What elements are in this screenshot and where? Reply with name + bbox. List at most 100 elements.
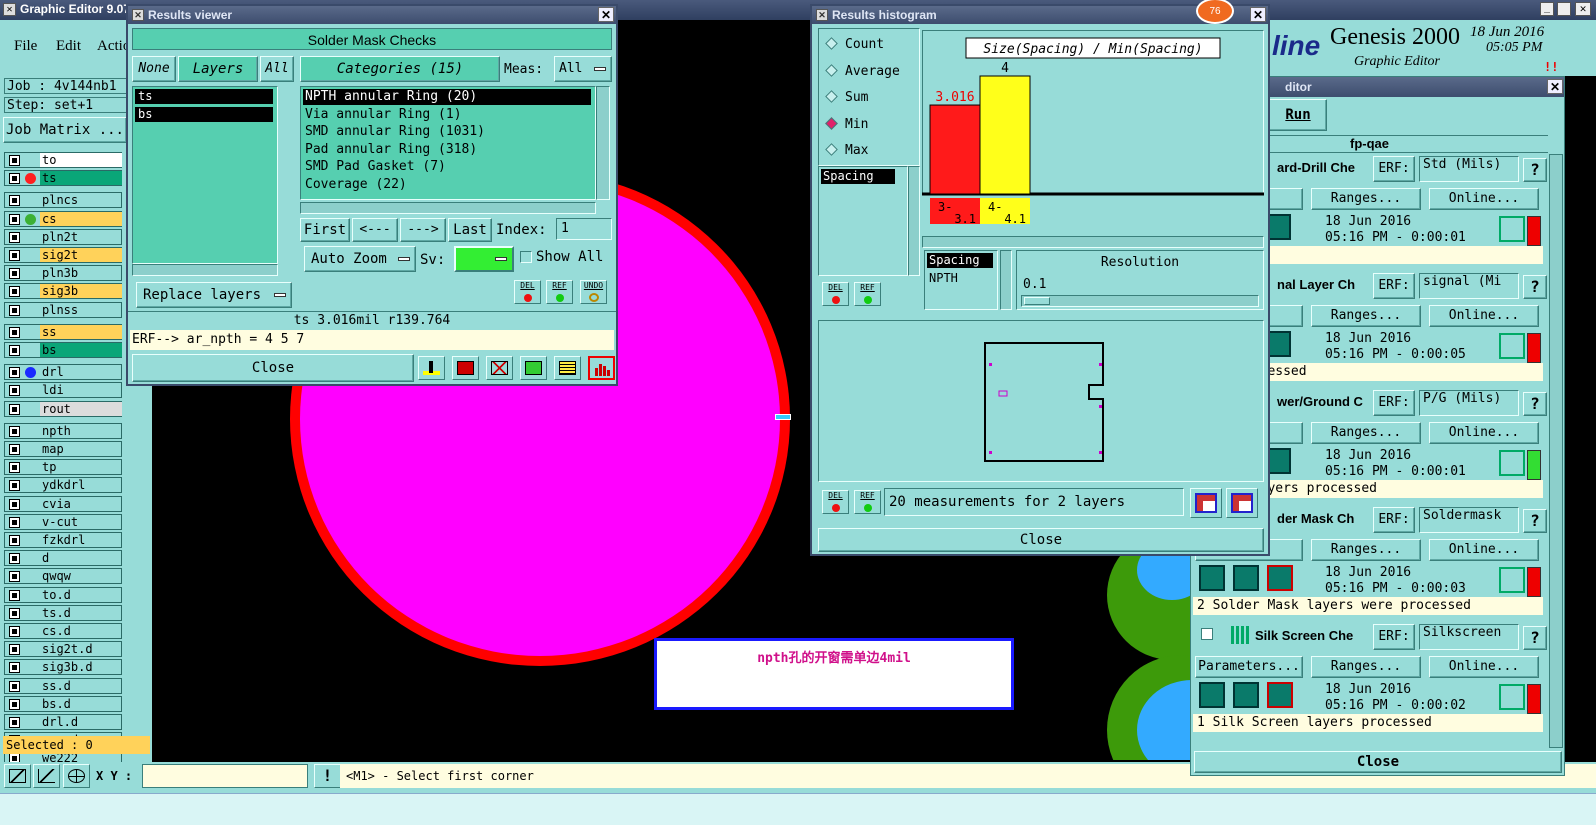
undo-button[interactable]: UNDO	[580, 280, 607, 304]
option-min[interactable]: Min	[823, 115, 917, 135]
check-enable-checkbox[interactable]	[1201, 628, 1213, 640]
category-item[interactable]: Coverage (22)	[303, 177, 591, 193]
zoom-area-icon[interactable]	[4, 764, 31, 788]
close-window-button[interactable]: ✕	[1575, 2, 1591, 16]
xy-input[interactable]	[142, 764, 308, 788]
erf-value[interactable]: Std (Mils)	[1419, 156, 1519, 182]
layer-item-ss-d[interactable]: ss.d	[4, 677, 122, 694]
erf-value[interactable]: Silkscreen	[1419, 624, 1519, 650]
layer-checkbox[interactable]	[9, 155, 20, 166]
meas-type-listbox[interactable]: Spacing NPTH	[924, 250, 998, 310]
layer-checkbox[interactable]	[9, 195, 20, 207]
export-icon-1[interactable]	[1190, 488, 1222, 518]
auto-zoom-select[interactable]: Auto Zoom	[304, 246, 416, 272]
layer-checkbox[interactable]	[9, 444, 20, 455]
del-button[interactable]: DEL	[514, 280, 541, 304]
layer-item-map[interactable]: map	[4, 441, 122, 457]
layer-checkbox[interactable]	[9, 516, 20, 528]
layer-item-drl[interactable]: drl	[4, 364, 122, 381]
layer-item-sig3b-d[interactable]: sig3b.d	[4, 659, 122, 676]
layer-list[interactable]: to ts plncs cs pln2t sig2t pln3b sig3b plnss ss bs…	[0, 148, 128, 767]
zoom-icon[interactable]	[1499, 684, 1525, 710]
layer-checkbox[interactable]	[9, 231, 20, 243]
parameters-button[interactable]: Parameters...	[1195, 656, 1303, 678]
online-button[interactable]: Online...	[1429, 422, 1539, 444]
layer-checkbox[interactable]	[9, 717, 20, 728]
layer-listbox[interactable]: ts bs	[132, 86, 278, 264]
run-icon[interactable]	[1267, 214, 1291, 240]
help-button[interactable]: ?	[1523, 158, 1547, 182]
help-button[interactable]: ?	[1523, 392, 1547, 416]
help-button[interactable]: ?	[1523, 275, 1547, 299]
option-sum[interactable]: Sum	[823, 88, 917, 108]
layer-checkbox[interactable]	[9, 326, 20, 338]
run-icon-1[interactable]	[1199, 682, 1225, 708]
histogram-close-icon[interactable]: ✕	[1250, 7, 1266, 22]
sv-color-select[interactable]	[454, 246, 514, 272]
export-icon-2[interactable]	[1226, 488, 1258, 518]
meas-select[interactable]: All	[554, 56, 612, 82]
layer-checkbox[interactable]	[9, 367, 20, 379]
layer-checkbox[interactable]	[9, 173, 20, 185]
layer-checkbox[interactable]	[9, 250, 20, 261]
index-input[interactable]: 1	[556, 218, 612, 240]
layer-item-cvia[interactable]: cvia	[4, 495, 122, 512]
run-icon-2[interactable]	[1233, 565, 1259, 591]
ranges-button[interactable]: Ranges...	[1311, 188, 1421, 210]
layer-checkbox[interactable]	[9, 268, 20, 280]
ref-button[interactable]: REF	[546, 280, 573, 304]
categories-header[interactable]: Categories (15)	[300, 56, 500, 82]
layer-checkbox[interactable]	[9, 345, 20, 356]
layer-icon-1[interactable]	[418, 356, 445, 380]
erf-value[interactable]: Soldermask	[1419, 507, 1519, 533]
erf-label[interactable]: ERF:	[1373, 273, 1415, 299]
option-max[interactable]: Max	[823, 141, 917, 161]
run-icon-3[interactable]	[1267, 682, 1293, 708]
histogram-icon[interactable]	[588, 356, 615, 380]
help-button[interactable]: ?	[1523, 626, 1547, 650]
layer-item-sig2t[interactable]: sig2t	[4, 247, 122, 263]
ranges-button[interactable]: Ranges...	[1311, 422, 1421, 444]
ranges-button[interactable]: Ranges...	[1311, 539, 1421, 561]
warning-icon[interactable]: !	[314, 764, 341, 788]
meas-type-vscroll[interactable]	[1000, 250, 1012, 310]
category-listbox[interactable]: NPTH annular Ring (20) Via annular Ring (…	[300, 86, 596, 200]
layer-item-sig2t-d[interactable]: sig2t.d	[4, 641, 122, 658]
online-button[interactable]: Online...	[1429, 188, 1539, 210]
erf-label[interactable]: ERF:	[1373, 390, 1415, 416]
annotation-note[interactable]: npth孔的开窗需单边4mil	[654, 638, 1014, 710]
histogram-chart[interactable]: Size(Spacing) / Min(Spacing) 3.016 3-3.1 4…	[922, 30, 1264, 224]
run-icon[interactable]	[1267, 448, 1291, 474]
layer-item-cs[interactable]: cs	[4, 210, 122, 227]
hist-del-button[interactable]: DEL	[822, 282, 849, 306]
layer-checkbox[interactable]	[9, 535, 20, 546]
run-icon-3[interactable]	[1267, 565, 1293, 591]
layer-checkbox[interactable]	[9, 498, 20, 510]
category-item[interactable]: Via annular Ring (1)	[303, 107, 591, 123]
run-icon-1[interactable]	[1199, 565, 1225, 591]
histogram-close-button[interactable]: Close	[818, 528, 1264, 552]
layer-item-ldi[interactable]: ldi	[4, 382, 122, 399]
layer-item-to-d[interactable]: to.d	[4, 586, 122, 603]
layer-item-drl-d[interactable]: drl.d	[4, 714, 122, 730]
minimize-button[interactable]: _	[1540, 2, 1554, 16]
preview-ref-button[interactable]: REF	[854, 490, 881, 514]
category-hscroll[interactable]	[300, 202, 596, 214]
zoom-icon[interactable]	[1499, 450, 1525, 476]
ranges-button[interactable]: Ranges...	[1311, 305, 1421, 327]
layer-icon-2[interactable]	[452, 356, 479, 380]
show-all-checkbox[interactable]	[520, 251, 532, 263]
measure-listbox[interactable]: Spacing	[818, 166, 908, 276]
replace-layers-select[interactable]: Replace layers	[136, 282, 292, 308]
category-vscroll[interactable]	[596, 86, 610, 200]
next-button[interactable]: --->	[400, 218, 446, 242]
erf-label[interactable]: ERF:	[1373, 507, 1415, 533]
menu-edit[interactable]: Edit	[56, 38, 81, 55]
layer-item-qwqw[interactable]: qwqw	[4, 568, 122, 585]
layer-item-ts[interactable]: ts	[135, 89, 273, 104]
erf-value[interactable]: P/G (Mils)	[1419, 390, 1519, 416]
layer-checkbox[interactable]	[9, 589, 20, 601]
measure-vscroll[interactable]	[908, 166, 920, 276]
layer-item-bs[interactable]: bs	[135, 107, 273, 122]
layer-item-npth[interactable]: npth	[4, 422, 122, 439]
